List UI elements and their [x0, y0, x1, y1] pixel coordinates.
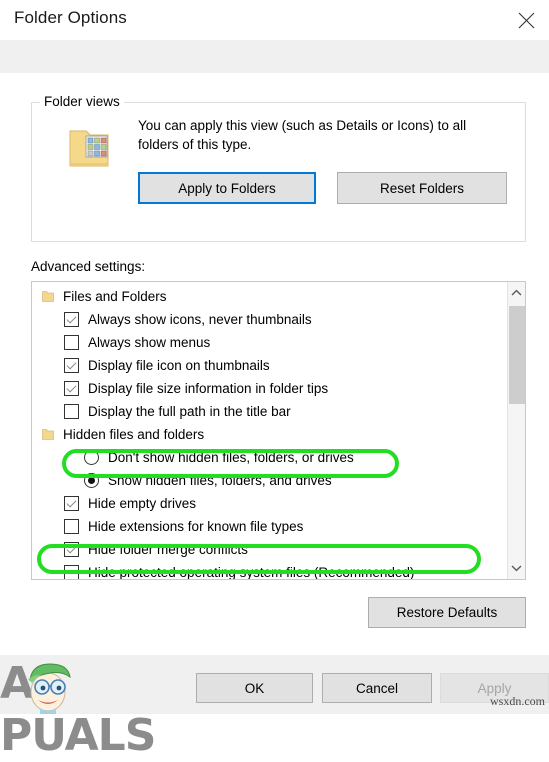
- settings-option-row[interactable]: Display the full path in the title bar: [32, 400, 291, 423]
- setting-label: Always show icons, never thumbnails: [88, 312, 312, 327]
- setting-label: Display the full path in the title bar: [88, 404, 291, 419]
- setting-label: Hide extensions for known file types: [88, 519, 304, 534]
- radio-button[interactable]: [84, 450, 99, 465]
- setting-label: Show hidden files, folders, and drives: [108, 473, 332, 488]
- checkbox[interactable]: [64, 335, 79, 350]
- advanced-settings-label: Advanced settings:: [31, 259, 146, 274]
- settings-option-row[interactable]: Don't show hidden files, folders, or dri…: [32, 446, 354, 469]
- checkbox[interactable]: [64, 542, 79, 557]
- chevron-up-icon[interactable]: [508, 284, 525, 302]
- settings-option-row[interactable]: Hide extensions for known file types: [32, 515, 303, 538]
- window-title: Folder Options: [14, 8, 127, 27]
- restore-defaults-button[interactable]: Restore Defaults: [368, 597, 526, 628]
- mascot-glyph: [28, 663, 71, 714]
- scrollbar-thumb[interactable]: [509, 306, 525, 404]
- setting-label: Display file icon on thumbnails: [88, 358, 270, 373]
- setting-label: Files and Folders: [63, 289, 167, 304]
- close-glyph: [518, 12, 534, 28]
- settings-option-row[interactable]: Hide empty drives: [32, 492, 196, 515]
- checkbox[interactable]: [64, 404, 79, 419]
- checkbox[interactable]: [64, 381, 79, 396]
- settings-option-row[interactable]: Always show icons, never thumbnails: [32, 308, 312, 331]
- setting-label: Always show menus: [88, 335, 211, 350]
- folder-views-description: You can apply this view (such as Details…: [138, 118, 467, 152]
- settings-group-row: Files and Folders: [32, 285, 167, 308]
- setting-label: Display file size information in folder …: [88, 381, 329, 396]
- settings-option-row[interactable]: Hide folder merge conflicts: [32, 538, 248, 561]
- radio-button[interactable]: [84, 473, 99, 488]
- folder-options-dialog: Folder Options General View Search Folde…: [0, 0, 549, 761]
- close-icon[interactable]: [503, 0, 549, 40]
- settings-option-row[interactable]: Show hidden files, folders, and drives: [32, 469, 332, 492]
- setting-label: Hidden files and folders: [63, 427, 205, 442]
- chevron-up-glyph: [511, 289, 522, 296]
- ok-button[interactable]: OK: [196, 673, 313, 703]
- advanced-settings-list: Files and Folders Always show icons, neve…: [32, 282, 507, 580]
- checkbox[interactable]: [64, 312, 79, 327]
- checkbox[interactable]: [64, 519, 79, 534]
- checkbox[interactable]: [64, 496, 79, 511]
- folder-view-glyph: [69, 130, 109, 167]
- folder-views-group-label: Folder views: [40, 94, 124, 109]
- folder-icon: [42, 428, 54, 441]
- setting-label: Don't show hidden files, folders, or dri…: [108, 450, 354, 465]
- setting-label: Hide empty drives: [88, 496, 197, 511]
- settings-option-row[interactable]: Hide protected operating system files (R…: [32, 561, 415, 580]
- chevron-down-icon[interactable]: [508, 559, 525, 577]
- checkbox[interactable]: [64, 565, 79, 579]
- folder-with-icons-view-icon: [66, 125, 112, 171]
- folder-icon: [42, 290, 54, 303]
- settings-option-row[interactable]: Always show menus: [32, 331, 210, 354]
- settings-option-row[interactable]: Display file size information in folder …: [32, 377, 328, 400]
- setting-label: Hide folder merge conflicts: [88, 542, 248, 557]
- settings-option-row[interactable]: Display file icon on thumbnails: [32, 354, 270, 377]
- tab-strip: General View Search: [0, 40, 549, 114]
- watermark-domain: wsxdn.com: [490, 694, 545, 708]
- settings-group-row: Hidden files and folders: [32, 423, 204, 446]
- apply-to-folders-button[interactable]: Apply to Folders: [138, 172, 316, 204]
- listbox-scrollbar[interactable]: [507, 282, 525, 579]
- appuals-mascot-icon: [0, 660, 185, 714]
- setting-label: Hide protected operating system files (R…: [88, 565, 415, 580]
- reset-folders-button[interactable]: Reset Folders: [337, 172, 507, 204]
- checkbox[interactable]: [64, 358, 79, 373]
- advanced-settings-listbox[interactable]: Files and Folders Always show icons, neve…: [31, 281, 526, 580]
- cancel-button[interactable]: Cancel: [322, 673, 432, 703]
- title-bar: Folder Options: [0, 0, 549, 40]
- chevron-down-glyph: [511, 565, 522, 572]
- view-tab-panel: Folder views You can apply this view (su…: [0, 74, 549, 655]
